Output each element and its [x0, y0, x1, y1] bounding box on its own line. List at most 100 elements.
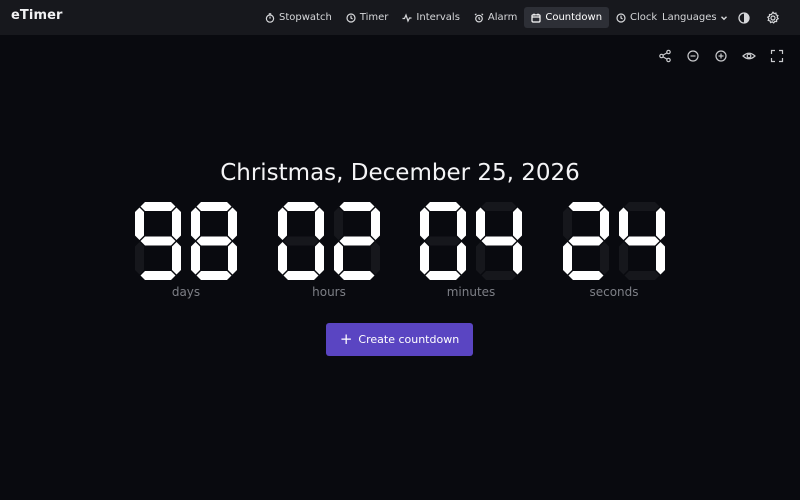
stopwatch-icon: [265, 12, 275, 23]
digit-segment-d: [140, 271, 176, 280]
digit-segment-e: [476, 242, 485, 275]
countdown-title: Christmas, December 25, 2026: [220, 160, 580, 186]
settings-gear-icon[interactable]: [766, 10, 780, 24]
digit-segment-d: [283, 271, 319, 280]
nav-alarm-label: Alarm: [487, 12, 518, 23]
digit-segment-g: [283, 236, 319, 246]
digit-segment-g: [624, 236, 660, 246]
digit-segment-f: [135, 207, 144, 240]
languages-label: Languages: [662, 12, 717, 23]
days-display: [131, 201, 241, 281]
timer-icon: [346, 12, 356, 23]
digit-segment-b: [513, 207, 522, 240]
digit-segment-f: [563, 207, 572, 240]
digit-segment-b: [315, 207, 324, 240]
digit-segment-g: [568, 236, 604, 246]
digit-segment-b: [656, 207, 665, 240]
digit-segment-b: [228, 207, 237, 240]
digit-segment-f: [619, 207, 628, 240]
digit-segment-c: [315, 242, 324, 275]
digit-segment-a: [425, 202, 461, 211]
digit-segment-a: [481, 202, 517, 211]
hours-label: hours: [312, 285, 346, 299]
digit-segment-f: [476, 207, 485, 240]
minutes-display: [416, 201, 526, 281]
hours-display: [274, 201, 384, 281]
digit-segment-d: [481, 271, 517, 280]
digit-segment-b: [600, 207, 609, 240]
nav-timer-label: Timer: [359, 12, 389, 23]
clock-icon: [616, 12, 626, 23]
digit-segment-d: [196, 271, 232, 280]
seconds-label: seconds: [589, 285, 639, 299]
digit-segment-a: [568, 202, 604, 211]
days-label: days: [171, 285, 201, 299]
theme-toggle-icon[interactable]: [737, 10, 751, 24]
nav-timer[interactable]: Timer: [339, 7, 396, 28]
minutes-label: minutes: [446, 285, 496, 299]
calendar-icon: [531, 13, 541, 23]
nav-countdown[interactable]: Countdown: [524, 7, 610, 28]
digit-segment-d: [339, 271, 375, 280]
digit-segment-e: [135, 242, 144, 275]
digit-segment-g: [140, 236, 176, 246]
pulse-icon: [402, 12, 412, 23]
nav-clock-label: Clock: [630, 12, 658, 23]
digit-segment-d: [568, 271, 604, 280]
seconds-display: [559, 201, 669, 281]
digit-segment-g: [425, 236, 461, 246]
digit-segment-b: [172, 207, 181, 240]
nav-countdown-label: Countdown: [545, 12, 603, 23]
languages-dropdown[interactable]: Languages: [662, 7, 728, 28]
nav-alarm[interactable]: Alarm: [467, 7, 524, 28]
digit-segment-g: [339, 236, 375, 246]
digit-segment-e: [563, 242, 572, 275]
days-digits: [135, 202, 237, 280]
digit-segment-b: [371, 207, 380, 240]
chevron-down-icon: [720, 15, 727, 20]
digit-segment-c: [513, 242, 522, 275]
nav-intervals[interactable]: Intervals: [395, 7, 467, 28]
digit-segment-f: [191, 207, 200, 240]
plus-icon: +: [339, 329, 353, 348]
share-icon[interactable]: [658, 48, 672, 63]
digit-segment-e: [334, 242, 343, 275]
digit-segment-g: [481, 236, 517, 246]
digit-segment-a: [196, 202, 232, 211]
display-tools: [658, 48, 784, 63]
fullscreen-icon[interactable]: [770, 48, 784, 63]
digit-segment-b: [457, 207, 466, 240]
alarm-clock-icon: [474, 12, 484, 22]
eye-icon[interactable]: [742, 48, 756, 62]
digit-segment-d: [425, 271, 461, 280]
digit-segment-a: [339, 202, 375, 211]
main-nav: Stopwatch Timer Intervals Alarm Countdow…: [258, 7, 664, 28]
nav-intervals-label: Intervals: [416, 12, 460, 23]
digit-segment-c: [371, 242, 380, 275]
nav-clock[interactable]: Clock: [609, 7, 664, 28]
top-bar: eTimer Stopwatch Timer Intervals Alarm C…: [0, 0, 800, 35]
digit-segment-g: [196, 236, 232, 246]
create-countdown-button[interactable]: + Create countdown: [326, 323, 473, 356]
digit-segment-a: [140, 202, 176, 211]
digit-segment-f: [420, 207, 429, 240]
digit-segment-f: [278, 207, 287, 240]
zoom-out-icon[interactable]: [686, 48, 700, 62]
zoom-in-icon[interactable]: [714, 48, 728, 62]
digit-segment-a: [624, 202, 660, 211]
digit-segment-c: [600, 242, 609, 275]
digit-segment-a: [283, 202, 319, 211]
nav-stopwatch[interactable]: Stopwatch: [258, 7, 339, 28]
digit-segment-c: [457, 242, 466, 275]
app-logo[interactable]: eTimer: [11, 8, 63, 23]
digit-segment-d: [624, 271, 660, 280]
digit-segment-c: [172, 242, 181, 275]
digit-segment-c: [228, 242, 237, 275]
create-countdown-label: Create countdown: [358, 333, 460, 346]
nav-stopwatch-label: Stopwatch: [279, 12, 332, 23]
digit-segment-e: [278, 242, 287, 275]
digit-segment-c: [656, 242, 665, 275]
minutes-digits: [420, 202, 522, 280]
digit-segment-e: [420, 242, 429, 275]
hours-digits: [278, 202, 380, 280]
